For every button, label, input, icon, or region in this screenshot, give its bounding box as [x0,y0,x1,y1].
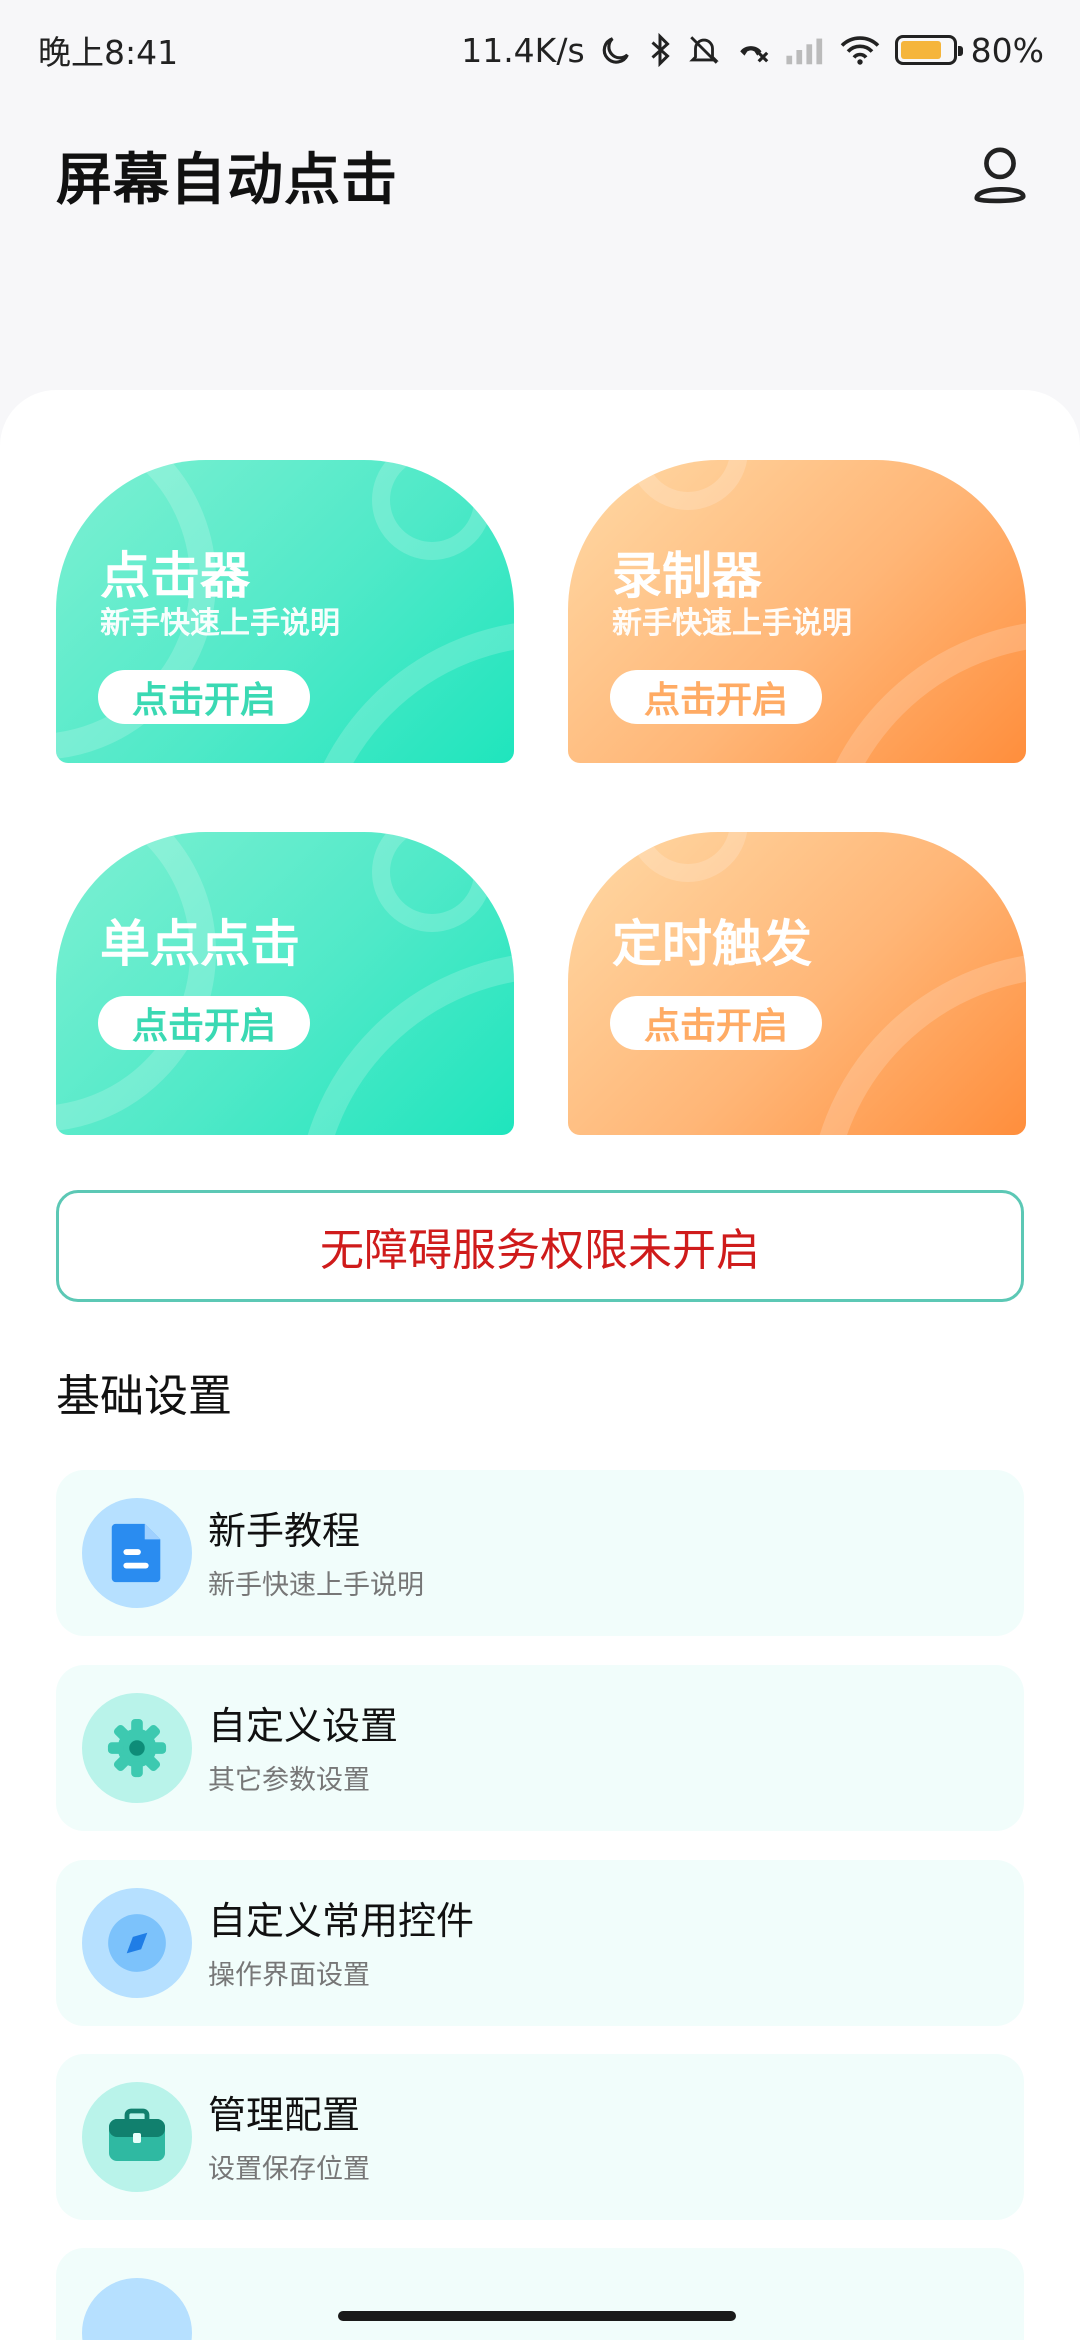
page-title: 屏幕自动点击 [56,147,398,213]
setting-subtitle: 新手快速上手说明 [208,1569,424,1601]
home-indicator[interactable] [338,2311,736,2321]
recorder-card[interactable]: 录制器 新手快速上手说明 点击开启 [568,460,1026,763]
setting-subtitle: 其它参数设置 [208,1764,370,1796]
partial-icon [82,2278,192,2340]
open-timer-trigger-button[interactable]: 点击开启 [610,996,822,1050]
net-speed: 11.4K/s [461,30,585,70]
status-bar: 晚上8:41 11.4K/s 80% [0,0,1080,100]
mute-bell-icon [687,32,721,68]
compass-icon [82,1888,192,1998]
bluetooth-icon [647,32,673,68]
status-icons: 11.4K/s 80% [461,31,1044,70]
battery-percent: 80% [970,30,1044,70]
card-title: 单点点击 [100,915,300,973]
user-icon[interactable] [960,135,1040,215]
briefcase-icon [82,2082,192,2192]
card-subtitle: 新手快速上手说明 [100,606,340,641]
document-icon [82,1498,192,1608]
setting-title: 管理配置 [208,2092,361,2137]
gear-icon [82,1693,192,1803]
section-title: 基础设置 [56,1371,232,1422]
setting-title: 自定义常用控件 [208,1898,475,1943]
setting-subtitle: 操作界面设置 [208,1959,370,1991]
open-recorder-button[interactable]: 点击开启 [610,670,822,724]
moon-icon [599,33,633,67]
call-off-icon [735,33,771,67]
open-single-click-button[interactable]: 点击开启 [98,996,310,1050]
setting-item-partial[interactable] [56,2248,1024,2340]
setting-subtitle: 设置保存位置 [208,2153,370,2185]
accessibility-permission-banner[interactable]: 无障碍服务权限未开启 [56,1190,1024,1302]
status-time: 晚上8:41 [38,33,179,72]
timer-trigger-card[interactable]: 定时触发 点击开启 [568,832,1026,1135]
clicker-card[interactable]: 点击器 新手快速上手说明 点击开启 [56,460,514,763]
setting-item-custom-settings[interactable]: 自定义设置 其它参数设置 [56,1665,1024,1831]
setting-item-manage-config[interactable]: 管理配置 设置保存位置 [56,2054,1024,2220]
setting-title: 自定义设置 [208,1703,399,1748]
signal-icon [785,35,825,65]
single-click-card[interactable]: 单点点击 点击开启 [56,832,514,1135]
wifi-icon [839,34,881,66]
setting-item-tutorial[interactable]: 新手教程 新手快速上手说明 [56,1470,1024,1636]
setting-title: 新手教程 [208,1508,361,1553]
app-header: 屏幕自动点击 [0,120,1080,230]
card-subtitle: 新手快速上手说明 [612,606,852,641]
open-clicker-button[interactable]: 点击开启 [98,670,310,724]
battery-icon [894,35,963,65]
card-title: 定时触发 [612,915,812,973]
setting-item-custom-controls[interactable]: 自定义常用控件 操作界面设置 [56,1860,1024,2026]
